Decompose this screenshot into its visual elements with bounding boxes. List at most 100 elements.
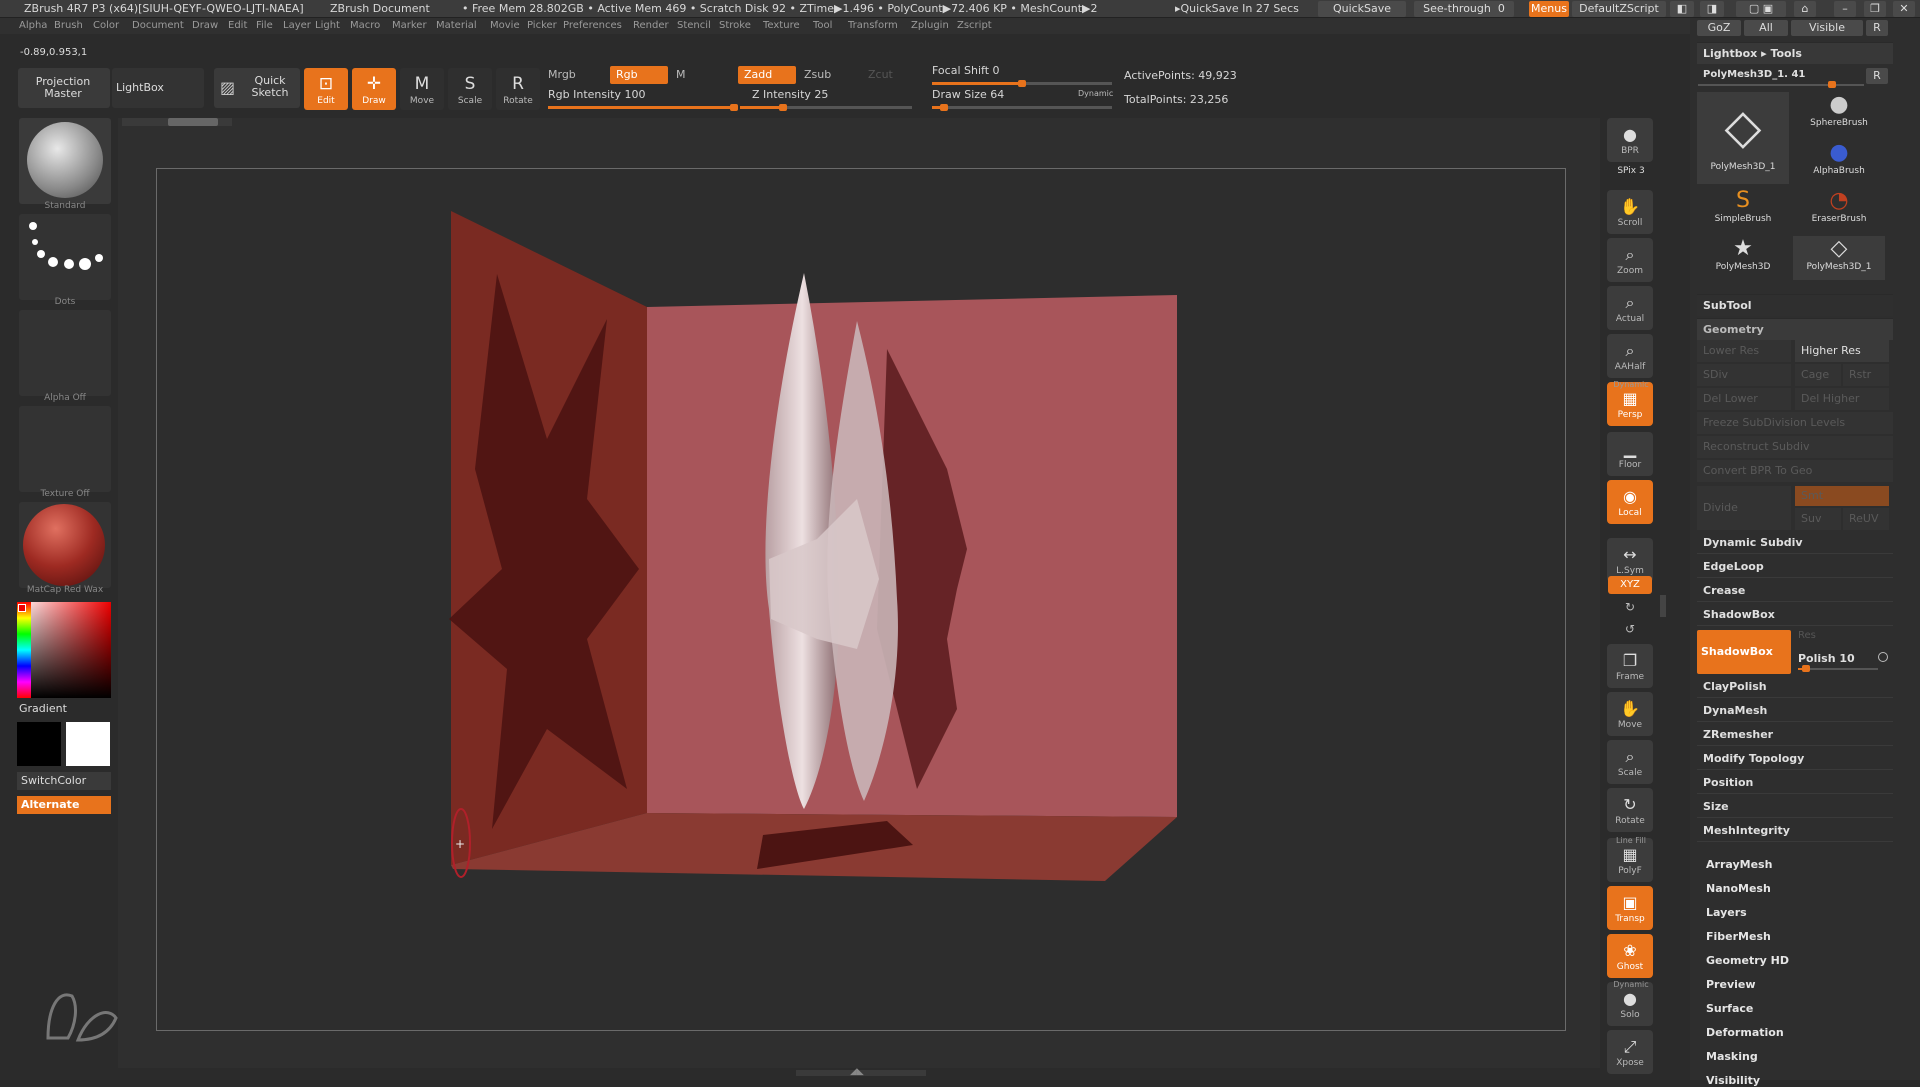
quicksave-button[interactable]: QuickSave [1318, 1, 1406, 17]
res-slider[interactable]: Res [1798, 630, 1816, 641]
texture-picker[interactable] [19, 406, 111, 492]
spix-slider[interactable]: SPix 3 [1608, 166, 1654, 186]
section-fibermesh[interactable]: FiberMesh [1706, 930, 1771, 943]
visible-button[interactable]: Visible [1791, 20, 1863, 36]
draw-size-slider[interactable] [932, 104, 1112, 111]
frame-button[interactable]: ❐ Frame [1607, 644, 1653, 688]
geometry-item-shadowbox[interactable]: ShadowBox [1697, 604, 1893, 626]
switch-color-button[interactable]: SwitchColor [17, 772, 111, 790]
tool-slider[interactable] [1698, 81, 1864, 88]
tool-alphabrush[interactable]: ● AlphaBrush [1793, 140, 1885, 184]
tool-polymesh3d-1[interactable]: ◇ PolyMesh3D_1 [1697, 92, 1789, 184]
tool-polymesh3d[interactable]: ★ PolyMesh3D [1697, 236, 1789, 280]
menu-preferences[interactable]: Preferences [563, 20, 622, 31]
maximize-icon[interactable]: ❐ [1864, 1, 1886, 17]
suv-button[interactable]: Suv [1795, 508, 1841, 530]
polish-slider[interactable] [1798, 665, 1878, 672]
menu-tool[interactable]: Tool [813, 20, 832, 31]
geometry-item-modify-topology[interactable]: Modify Topology [1697, 748, 1893, 770]
close-icon[interactable]: ✕ [1893, 1, 1915, 17]
actual-button[interactable]: ⌕ Actual [1607, 286, 1653, 330]
menu-zplugin[interactable]: Zplugin [911, 20, 949, 31]
brush-picker[interactable] [19, 118, 111, 204]
menu-color[interactable]: Color [93, 20, 119, 31]
menu-file[interactable]: File [256, 20, 273, 31]
zoom-button[interactable]: ⌕ Zoom [1607, 238, 1653, 282]
stroke-picker[interactable] [19, 214, 111, 300]
subtool-header[interactable]: SubTool [1697, 294, 1893, 316]
rotate-button[interactable]: R Rotate [496, 68, 540, 110]
z-intensity-knob[interactable] [779, 104, 787, 111]
rgb-intensity-slider[interactable] [548, 104, 738, 111]
tool-polymesh3d-1[interactable]: ◇ PolyMesh3D_1 [1793, 236, 1885, 280]
material-picker[interactable] [19, 502, 111, 588]
geometry-header[interactable]: Geometry [1697, 318, 1893, 340]
section-masking[interactable]: Masking [1706, 1050, 1758, 1063]
del-lower-button[interactable]: Del Lower [1697, 388, 1791, 410]
smt-button[interactable]: Smt [1795, 486, 1889, 506]
lower-res-button[interactable]: Lower Res [1697, 340, 1791, 362]
geometry-item-dynamesh[interactable]: DynaMesh [1697, 700, 1893, 722]
shadowbox-button[interactable]: ShadowBox [1697, 630, 1791, 674]
window-tools-icon[interactable]: ▢ ▣ [1736, 1, 1786, 17]
tool-eraserbrush[interactable]: ◔ EraserBrush [1793, 188, 1885, 232]
reuv-button[interactable]: ReUV [1843, 508, 1889, 530]
color-picker[interactable] [17, 602, 111, 698]
geometry-item-meshintegrity[interactable]: MeshIntegrity [1697, 820, 1893, 842]
section-nanomesh[interactable]: NanoMesh [1706, 882, 1771, 895]
polish-knob[interactable] [1802, 665, 1810, 672]
draw-button[interactable]: ✛ Draw [352, 68, 396, 110]
goz-button[interactable]: GoZ [1697, 20, 1741, 36]
zsub-button[interactable]: Zsub [804, 68, 831, 81]
zadd-button[interactable]: Zadd [738, 66, 796, 84]
draw-size-knob[interactable] [939, 104, 948, 111]
aahalf-button[interactable]: ⌕ AAHalf [1607, 334, 1653, 378]
rotate-button[interactable]: ↻ Rotate [1607, 788, 1653, 832]
sdiv-slider[interactable]: SDiv [1697, 364, 1791, 386]
mrgb-button[interactable]: Mrgb [548, 68, 576, 81]
scroll-button[interactable]: ✋ Scroll [1607, 190, 1653, 234]
r-button-2[interactable]: R [1866, 68, 1888, 84]
section-visibility[interactable]: Visibility [1706, 1074, 1760, 1087]
menu-movie[interactable]: Movie [490, 20, 520, 31]
menu-macro[interactable]: Macro [350, 20, 380, 31]
geometry-item-position[interactable]: Position [1697, 772, 1893, 794]
local-button[interactable]: ◉ Local [1607, 480, 1653, 524]
scale-button[interactable]: ⌕ Scale [1607, 740, 1653, 784]
document-canvas[interactable]: + [156, 168, 1566, 1031]
floor-button[interactable]: ▁ Floor [1607, 432, 1653, 476]
section-layers[interactable]: Layers [1706, 906, 1747, 919]
geometry-item-zremesher[interactable]: ZRemesher [1697, 724, 1893, 746]
section-arraymesh[interactable]: ArrayMesh [1706, 858, 1772, 871]
hue-strip[interactable] [17, 602, 31, 698]
layout-icon-2[interactable]: ◨ [1700, 1, 1724, 17]
tool-slider-knob[interactable] [1828, 81, 1836, 88]
xpose-button[interactable]: ⤢ Xpose [1607, 1030, 1653, 1074]
all-button[interactable]: All [1744, 20, 1788, 36]
layout-icon[interactable]: ◧ [1670, 1, 1694, 17]
rotate-y-icon[interactable]: ↻ [1622, 600, 1638, 616]
geometry-item-claypolish[interactable]: ClayPolish [1697, 676, 1893, 698]
convert-bpr-button[interactable]: Convert BPR To Geo [1697, 460, 1893, 482]
higher-res-button[interactable]: Higher Res [1795, 340, 1889, 362]
focal-shift-slider[interactable] [932, 80, 1112, 87]
lock-icon[interactable]: ⌂ [1794, 1, 1816, 17]
reconstruct-subdiv-button[interactable]: Reconstruct Subdiv [1697, 436, 1893, 458]
canvas-scroll-handle[interactable] [168, 118, 218, 126]
shadowbox-model-viewport[interactable]: + [157, 169, 1567, 1032]
rstr-button[interactable]: Rstr [1843, 364, 1889, 386]
section-geometry-hd[interactable]: Geometry HD [1706, 954, 1789, 967]
menu-layer[interactable]: Layer [283, 20, 311, 31]
alpha-picker[interactable] [19, 310, 111, 396]
freeze-subdivision-button[interactable]: Freeze SubDivision Levels [1697, 412, 1893, 434]
minimize-icon[interactable]: – [1834, 1, 1856, 17]
geometry-item-dynamic-subdiv[interactable]: Dynamic Subdiv [1697, 532, 1893, 554]
menu-stroke[interactable]: Stroke [719, 20, 751, 31]
menu-alpha[interactable]: Alpha [19, 20, 47, 31]
menu-edit[interactable]: Edit [228, 20, 247, 31]
move-button[interactable]: M Move [400, 68, 444, 110]
tool-simplebrush[interactable]: S SimpleBrush [1697, 188, 1789, 232]
geometry-item-crease[interactable]: Crease [1697, 580, 1893, 602]
edit-button[interactable]: ⊡ Edit [304, 68, 348, 110]
m-button[interactable]: M [676, 68, 686, 81]
